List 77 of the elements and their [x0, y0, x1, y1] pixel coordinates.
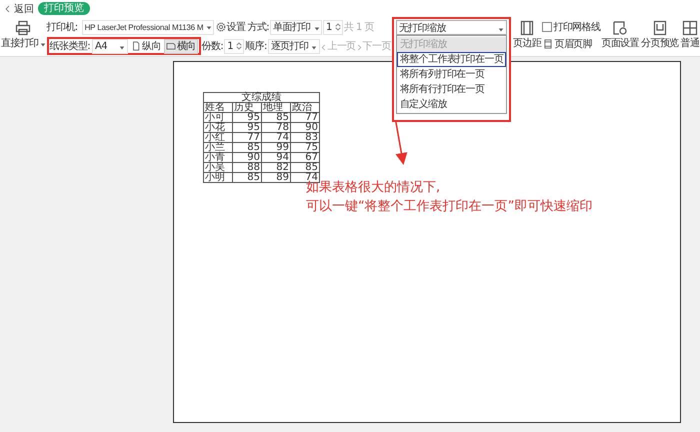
table-cell: 小可 [204, 112, 232, 122]
spinner-arrows-icon [236, 42, 242, 50]
table-cell: 99 [262, 142, 290, 152]
page-break-preview-button[interactable]: 分页预览 [641, 20, 679, 50]
chevron-left-icon [321, 42, 326, 50]
table-cell: 小明 [204, 172, 232, 182]
order-label: 顺序: [245, 40, 267, 53]
table-cell: 85 [290, 162, 320, 172]
chevron-right-icon [356, 42, 362, 50]
table-cell: 95 [232, 112, 262, 122]
page-break-icon [652, 20, 668, 36]
page-number-field[interactable]: 1 [323, 20, 343, 34]
table-cell: 90 [290, 122, 320, 132]
dropdown-option[interactable]: 将整个工作表打印在一页 [396, 52, 506, 67]
table-cell: 83 [290, 132, 320, 142]
print-mode-select[interactable]: 单面打印 [270, 20, 322, 34]
orientation-button[interactable]: 横向 [164, 38, 198, 54]
column-header: 历史 [232, 102, 262, 112]
table-cell: 74 [262, 132, 290, 142]
copies-field[interactable]: 1 [224, 38, 244, 54]
table-cell: 77 [290, 112, 320, 122]
table-cell: 小红 [204, 132, 232, 142]
printer-icon [15, 20, 32, 36]
annotation-text: 如果表格很大的情况下, [306, 180, 442, 197]
table-cell: 95 [232, 122, 262, 132]
page-margins-icon [519, 20, 536, 36]
caret-icon [206, 24, 212, 30]
column-header: 姓名 [204, 102, 232, 112]
table-cell: 小兰 [204, 142, 232, 152]
table-cell: 85 [232, 172, 262, 182]
paper-type-select[interactable]: A4 [92, 38, 128, 54]
chevron-left-icon [4, 4, 12, 14]
header-footer-button[interactable]: 页眉页脚 [542, 36, 600, 51]
page-header-icon [543, 38, 554, 48]
table-cell: 77 [232, 132, 262, 142]
printer-select[interactable]: HP LaserJet Professional M1136 M [82, 20, 214, 34]
table-cell: 67 [290, 152, 320, 162]
table-cell: 74 [290, 172, 320, 182]
print-scaling-select[interactable]: 无打印缩放 [396, 20, 508, 35]
table-cell: 75 [290, 142, 320, 152]
page-setup-button[interactable]: 页面设置 [601, 20, 640, 50]
table-cell: 89 [262, 172, 290, 182]
annotation-text: 可以一键“将整个工作表打印在一页”即可快速缩印 [306, 198, 592, 216]
mode-label: 方式: [247, 20, 269, 34]
order-select[interactable]: 逐页打印 [268, 38, 320, 54]
portrait-page-icon [130, 41, 141, 51]
table-cell: 88 [232, 162, 262, 172]
table-cell: 94 [262, 152, 290, 162]
back-link[interactable]: 返回 [4, 2, 34, 16]
paper-type-label: 纸张类型: [50, 40, 90, 53]
margins-button[interactable]: 页边距 [513, 20, 542, 50]
column-header: 地理 [262, 102, 290, 112]
table-cell: 78 [262, 122, 290, 132]
column-header: 政治 [290, 102, 320, 112]
direct-print-button[interactable]: 直接打印 [1, 20, 46, 50]
copies-label: 份数: [202, 40, 224, 53]
dropdown-option[interactable]: 自定义缩放 [396, 97, 506, 112]
settings-icon [216, 22, 226, 32]
table-cell: 小吴 [204, 162, 232, 172]
landscape-page-icon [166, 41, 176, 51]
printer-label: 打印机: [46, 20, 79, 34]
settings-button[interactable]: 设置 [214, 20, 246, 34]
sheet-title: 文综成绩 [204, 92, 320, 102]
grid-icon [682, 20, 698, 36]
orientation-button[interactable]: 纵向 [130, 38, 162, 54]
gridlines-checkbox[interactable]: 打印网格线 [542, 20, 600, 34]
table-cell: 85 [232, 142, 262, 152]
page-total: 共 1 页 [344, 20, 374, 34]
normal-view-button[interactable]: 普通 [680, 20, 700, 50]
spinner-arrows-icon [334, 23, 341, 31]
dropdown-option[interactable]: 将所有列打印在一页 [396, 67, 506, 82]
table-cell: 85 [262, 112, 290, 122]
table-cell: 小花 [204, 122, 232, 132]
table-cell: 90 [232, 152, 262, 162]
table-cell: 82 [262, 162, 290, 172]
dropdown-option[interactable]: 将所有行打印在一页 [396, 82, 506, 97]
table-cell: 小青 [204, 152, 232, 162]
